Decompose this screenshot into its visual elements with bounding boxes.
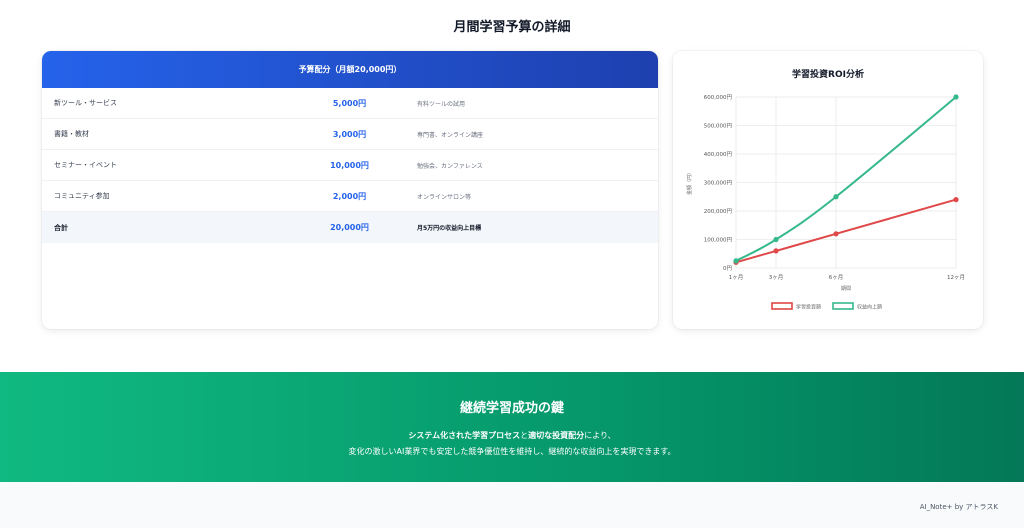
- data-point: [833, 194, 839, 200]
- banner-title: 継続学習成功の鍵: [459, 401, 564, 416]
- budget-item-amount: 5,000円: [332, 98, 367, 108]
- x-tick-label: 1ヶ月: [729, 274, 744, 281]
- budget-item-name: セミナー・イベント: [54, 161, 117, 169]
- budget-total-amount: 20,000円: [330, 223, 369, 232]
- budget-table-header: 予算配分（月額20,000円）: [42, 51, 658, 88]
- budget-total-row: 合計 20,000円 月5万円の収益向上目標: [42, 212, 658, 243]
- footer-credit: AI_Note+ by アトラスK: [919, 503, 998, 511]
- legend-swatch: [832, 302, 854, 310]
- data-point: [733, 258, 739, 264]
- y-tick-label: 0円: [723, 265, 732, 272]
- budget-item-name: 新ツール・サービス: [54, 99, 117, 107]
- budget-table-card: 予算配分（月額20,000円） 新ツール・サービス 5,000円 有料ツールの試…: [42, 51, 658, 329]
- series-line: [735, 198, 957, 264]
- roi-line-chart: 0円 100,000円 200,000円 300,000円 400,000円 500,00…: [686, 94, 965, 311]
- budget-item-amount: 3,000円: [332, 129, 367, 139]
- x-tick-label: 6ヶ月: [829, 274, 844, 281]
- x-axis-title: 期間: [841, 286, 851, 292]
- banner-text-line1: システム化された学習プロセスと適切な投資配分により、: [0, 430, 1024, 441]
- x-tick-label: 3ヶ月: [769, 274, 784, 281]
- banner-text-and: と: [520, 431, 529, 440]
- budget-item-amount: 10,000円: [330, 160, 369, 170]
- budget-total-name: 合計: [54, 223, 68, 232]
- data-point: [773, 236, 779, 243]
- legend-label: 収益向上額: [857, 304, 882, 311]
- y-tick-label: 100,000円: [704, 237, 733, 244]
- budget-row: 新ツール・サービス 5,000円 有料ツールの試用: [42, 88, 658, 119]
- y-axis-title: 金額（円）: [686, 170, 693, 195]
- data-point: [773, 248, 779, 254]
- budget-total-note: 月5万円の収益向上目標: [417, 225, 482, 232]
- budget-item-note: 勉強会、カンファレンス: [417, 162, 483, 170]
- roi-chart-card: 学習投資ROI分析 0円 100,000円 200,000円 300,000円 400,…: [673, 51, 983, 329]
- banner-text-line2: 変化の激しいAI業界でも安定した競争優位性を維持し、継続的な収益向上を実現できま…: [348, 447, 676, 456]
- legend-swatch: [771, 302, 793, 310]
- series-line: [735, 96, 957, 262]
- budget-item-note: 有料ツールの試用: [417, 100, 466, 108]
- data-point: [953, 94, 959, 100]
- banner-strong-allocation: 適切な投資配分: [528, 431, 585, 440]
- y-tick-label: 600,000円: [704, 94, 733, 101]
- x-tick-label: 12ヶ月: [947, 274, 965, 281]
- budget-item-name: コミュニティ参加: [54, 192, 110, 200]
- banner-strong-process: システム化された学習プロセス: [408, 431, 521, 440]
- data-point: [833, 231, 839, 237]
- budget-item-note: オンラインサロン等: [417, 193, 472, 201]
- y-tick-label: 300,000円: [704, 180, 733, 187]
- data-point: [953, 197, 959, 203]
- y-tick-label: 400,000円: [704, 151, 733, 158]
- budget-item-name: 書籍・教材: [54, 130, 89, 138]
- budget-row: セミナー・イベント 10,000円 勉強会、カンファレンス: [42, 150, 658, 181]
- banner-text-by: により、: [584, 431, 616, 440]
- budget-row: コミュニティ参加 2,000円 オンラインサロン等: [42, 181, 658, 212]
- y-tick-label: 200,000円: [704, 208, 733, 215]
- y-tick-label: 500,000円: [704, 123, 733, 130]
- legend-label: 学習投資額: [796, 304, 821, 311]
- budget-item-note: 専門書、オンライン講座: [417, 131, 484, 139]
- success-key-banner: 継続学習成功の鍵 システム化された学習プロセスと適切な投資配分により、 変化の激…: [0, 372, 1024, 482]
- footer: AI_Note+ by アトラスK: [0, 482, 1024, 528]
- budget-item-amount: 2,000円: [332, 191, 367, 201]
- page-title: 月間学習予算の詳細: [453, 20, 571, 35]
- budget-row: 書籍・教材 3,000円 専門書、オンライン講座: [42, 119, 658, 150]
